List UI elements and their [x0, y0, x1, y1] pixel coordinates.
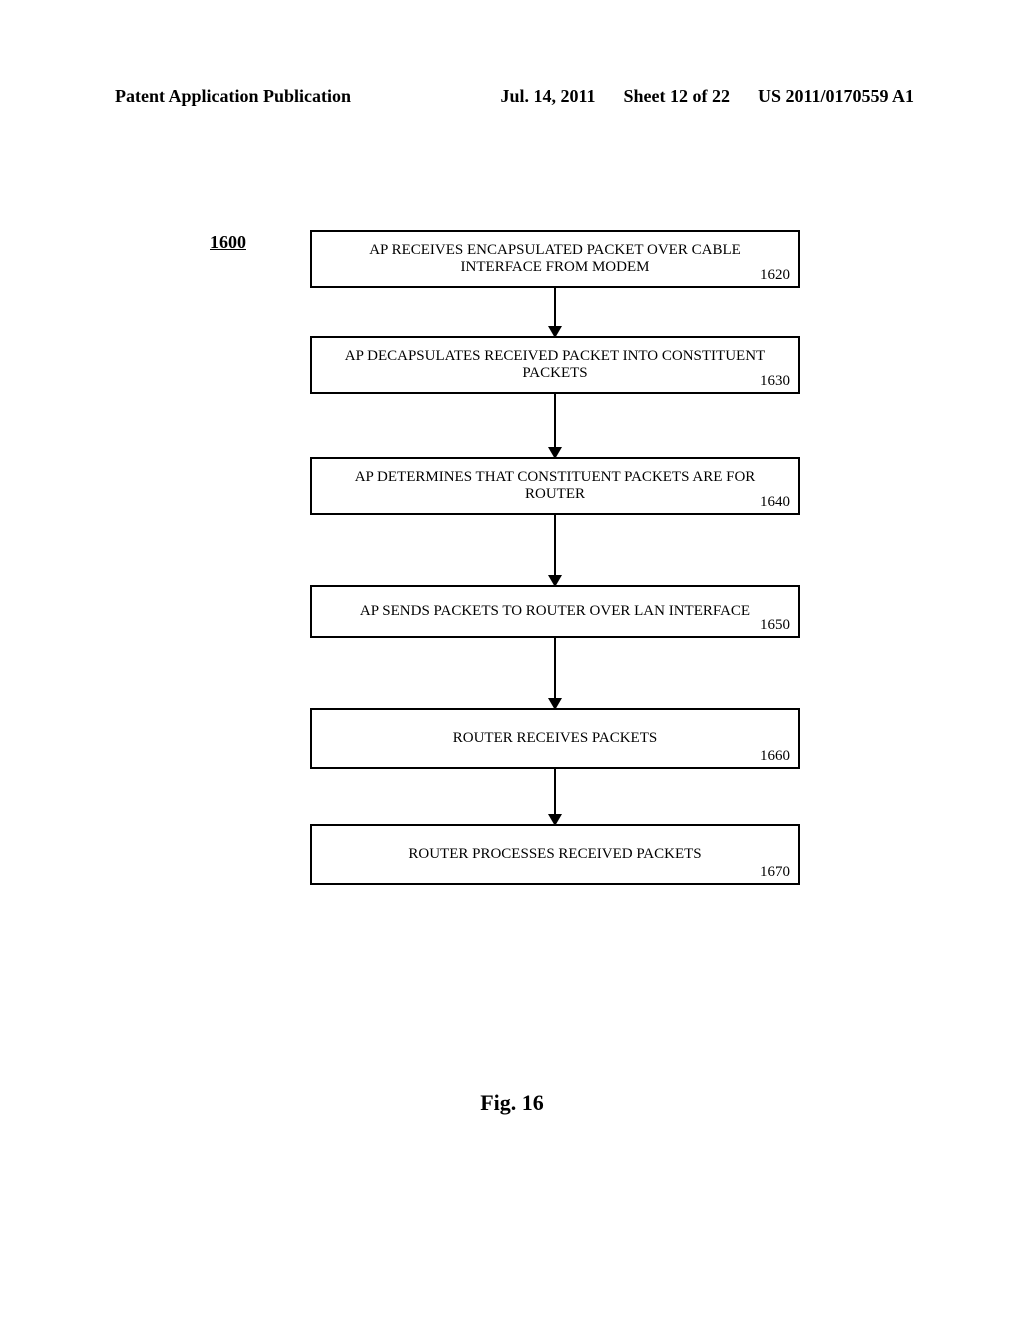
flowchart-step: AP SENDS PACKETS TO ROUTER OVER LAN INTE…: [310, 585, 800, 638]
flowchart-step: ROUTER PROCESSES RECEIVED PACKETS 1670: [310, 824, 800, 885]
step-ref: 1640: [760, 494, 790, 511]
flowchart-step: AP DECAPSULATES RECEIVED PACKET INTO CON…: [310, 336, 800, 394]
figure-caption: Fig. 16: [0, 1090, 1024, 1116]
header-sheet: Sheet 12 of 22: [623, 86, 730, 107]
step-ref: 1660: [760, 748, 790, 765]
flowchart-arrow: [310, 394, 800, 457]
step-text: AP DETERMINES THAT CONSTITUENT PACKETS A…: [355, 469, 756, 502]
header-pubno: US 2011/0170559 A1: [758, 86, 914, 107]
flowchart-arrow: [310, 515, 800, 585]
step-ref: 1670: [760, 864, 790, 881]
flowchart: AP RECEIVES ENCAPSULATED PACKET OVER CAB…: [210, 230, 850, 885]
header-date: Jul. 14, 2011: [500, 86, 595, 107]
step-text: AP RECEIVES ENCAPSULATED PACKET OVER CAB…: [369, 242, 741, 275]
step-text: ROUTER RECEIVES PACKETS: [453, 730, 657, 746]
step-text: AP DECAPSULATES RECEIVED PACKET INTO CON…: [345, 348, 765, 381]
flowchart-step: ROUTER RECEIVES PACKETS 1660: [310, 708, 800, 769]
step-ref: 1630: [760, 373, 790, 390]
step-text: ROUTER PROCESSES RECEIVED PACKETS: [408, 846, 701, 862]
flowchart-step: AP DETERMINES THAT CONSTITUENT PACKETS A…: [310, 457, 800, 515]
flowchart-arrow: [310, 288, 800, 336]
page-header: Patent Application Publication Jul. 14, …: [0, 86, 1024, 107]
step-text: AP SENDS PACKETS TO ROUTER OVER LAN INTE…: [360, 603, 750, 619]
flowchart-arrow: [310, 769, 800, 824]
flowchart-step: AP RECEIVES ENCAPSULATED PACKET OVER CAB…: [310, 230, 800, 288]
step-ref: 1650: [760, 617, 790, 634]
step-ref: 1620: [760, 267, 790, 284]
flowchart-arrow: [310, 638, 800, 708]
header-left: Patent Application Publication: [115, 86, 351, 107]
